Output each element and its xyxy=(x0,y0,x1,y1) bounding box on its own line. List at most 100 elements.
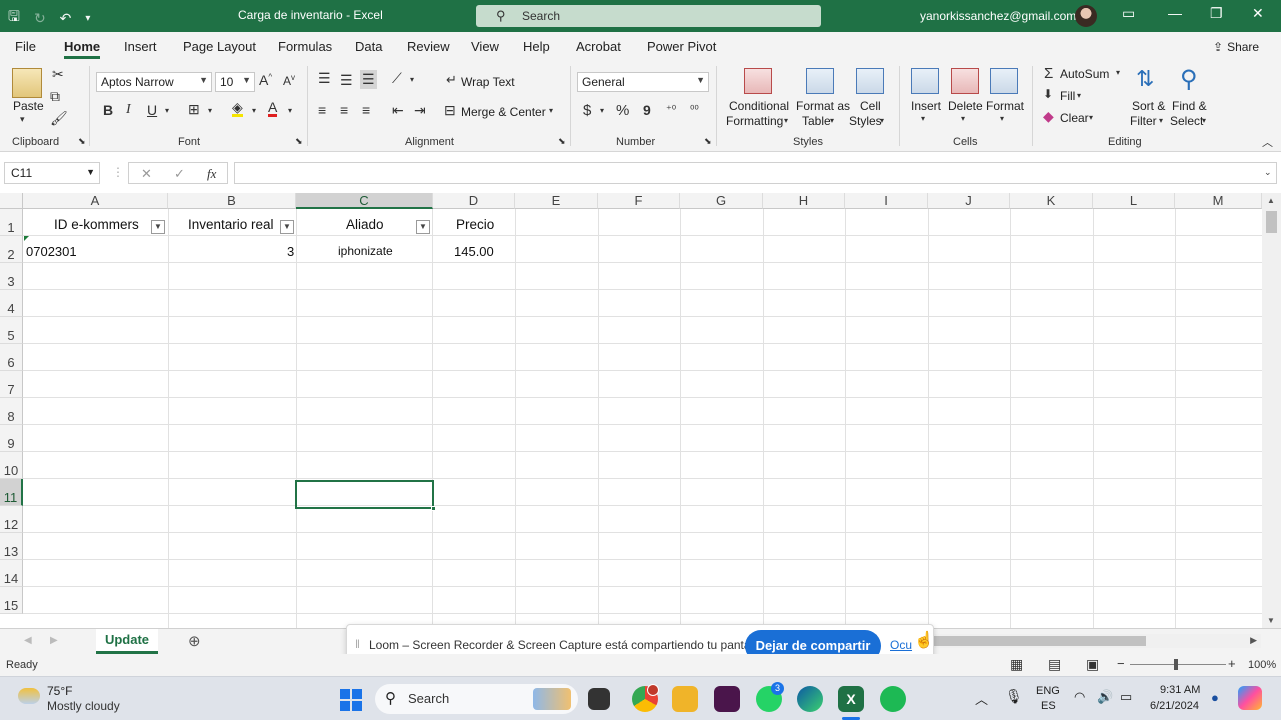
horizontal-scrollbar[interactable]: ▶ xyxy=(928,634,1261,648)
chevron-down-icon[interactable]: ▾ xyxy=(961,114,965,123)
font-color-icon[interactable]: A xyxy=(268,100,278,117)
vertical-scrollbar[interactable]: ▲ ▼ xyxy=(1262,193,1281,628)
fill-color-icon[interactable]: ◈ xyxy=(232,100,243,117)
insert-cells-icon[interactable] xyxy=(911,68,939,94)
cell-a1[interactable]: ID e-kommers xyxy=(54,217,139,232)
file-explorer-icon[interactable] xyxy=(672,686,698,712)
selected-cell[interactable] xyxy=(295,480,436,511)
tab-page-layout[interactable]: Page Layout xyxy=(183,39,256,54)
row-header-15[interactable]: 15 xyxy=(0,587,23,614)
conditional-formatting-label-2[interactable]: Formatting xyxy=(726,114,783,128)
chevron-down-icon[interactable]: ▾ xyxy=(549,106,553,115)
tab-acrobat[interactable]: Acrobat xyxy=(576,39,621,54)
zoom-level[interactable]: 100% xyxy=(1248,659,1276,671)
row-header-13[interactable]: 13 xyxy=(0,533,23,560)
column-header-k[interactable]: K xyxy=(1010,193,1093,209)
ribbon-display-icon[interactable]: ▭ xyxy=(1122,5,1135,22)
insert-cells-label[interactable]: Insert xyxy=(911,99,941,113)
align-right-icon[interactable]: ≡ xyxy=(362,102,370,118)
clear-button[interactable]: Clear xyxy=(1060,111,1089,125)
cut-icon[interactable]: ✂ xyxy=(52,66,64,83)
save-icon[interactable]: 🖫 xyxy=(8,6,20,30)
row-header-14[interactable]: 14 xyxy=(0,560,23,587)
page-layout-view-icon[interactable]: ▤ xyxy=(1048,656,1061,673)
chevron-down-icon[interactable]: ▾ xyxy=(252,106,256,115)
weather-temp[interactable]: 75°F xyxy=(47,684,72,698)
name-box[interactable]: C11 ▼ xyxy=(4,162,100,184)
chevron-down-icon[interactable]: ▾ xyxy=(880,116,884,125)
tab-file[interactable]: File xyxy=(15,39,36,54)
expand-formula-bar-icon[interactable]: ⌄ xyxy=(1264,167,1272,178)
conditional-formatting-label-1[interactable]: Conditional xyxy=(729,99,789,113)
column-header-h[interactable]: H xyxy=(763,193,845,209)
account-email[interactable]: yanorkissanchez@gmail.com xyxy=(920,9,1076,23)
chevron-down-icon[interactable]: ▾ xyxy=(600,106,604,115)
edge-icon[interactable] xyxy=(797,686,823,712)
tab-insert[interactable]: Insert xyxy=(124,39,157,54)
windows-start-icon[interactable] xyxy=(340,689,362,711)
sort-filter-label-2[interactable]: Filter xyxy=(1130,114,1157,128)
row-header-2[interactable]: 2 xyxy=(0,236,23,263)
close-icon[interactable]: ✕ xyxy=(1252,5,1264,22)
align-center-icon[interactable]: ≡ xyxy=(340,102,348,118)
chevron-down-icon[interactable]: ▾ xyxy=(1116,68,1120,77)
cell-styles-icon[interactable] xyxy=(856,68,884,94)
autosum-icon[interactable]: Σ xyxy=(1044,65,1053,82)
chevron-down-icon[interactable]: ▾ xyxy=(208,106,212,115)
column-header-j[interactable]: J xyxy=(928,193,1010,209)
delete-cells-icon[interactable] xyxy=(951,68,979,94)
increase-decimal-icon[interactable]: ⁺⁰ xyxy=(666,103,676,116)
currency-button[interactable]: $ xyxy=(583,102,591,119)
chevron-down-icon[interactable]: ▾ xyxy=(921,114,925,123)
collapse-ribbon-icon[interactable]: ︿ xyxy=(1262,134,1273,150)
row-header-4[interactable]: 4 xyxy=(0,290,23,317)
zoom-slider-knob[interactable] xyxy=(1174,659,1178,670)
cell-a2[interactable]: 0702301 xyxy=(26,244,77,259)
insert-function-icon[interactable]: fx xyxy=(207,166,216,182)
scroll-tabs-right-icon[interactable]: ▶ xyxy=(50,635,58,646)
select-all-corner[interactable] xyxy=(0,193,23,209)
restore-icon[interactable]: ❐ xyxy=(1210,5,1223,22)
bold-button[interactable]: B xyxy=(103,102,113,118)
format-cells-label[interactable]: Format xyxy=(986,99,1024,113)
scroll-down-icon[interactable]: ▼ xyxy=(1267,616,1275,625)
find-select-label-2[interactable]: Select xyxy=(1170,114,1203,128)
task-view-icon[interactable] xyxy=(588,688,610,710)
zoom-slider[interactable] xyxy=(1130,664,1226,665)
chevron-down-icon[interactable]: ▾ xyxy=(830,116,834,125)
tab-review[interactable]: Review xyxy=(407,39,450,54)
wrap-text-icon[interactable]: ↵ xyxy=(446,72,457,88)
scrollbar-thumb[interactable] xyxy=(928,636,1146,646)
orientation-icon[interactable]: ⟋ xyxy=(392,70,402,87)
tab-home[interactable]: Home xyxy=(64,39,101,59)
number-format-combo[interactable]: General ▼ xyxy=(577,72,709,92)
filter-dropdown-icon[interactable]: ▼ xyxy=(416,220,430,234)
format-painter-icon[interactable]: 🖌 xyxy=(50,110,68,127)
borders-icon[interactable]: ⊞ xyxy=(188,101,200,118)
chevron-down-icon[interactable]: ▾ xyxy=(288,106,292,115)
conditional-formatting-icon[interactable] xyxy=(744,68,772,94)
fill-handle[interactable] xyxy=(431,506,436,511)
decrease-indent-icon[interactable]: ⇤ xyxy=(392,102,404,119)
format-cells-icon[interactable] xyxy=(990,68,1018,94)
tab-data[interactable]: Data xyxy=(355,39,382,54)
chevron-down-icon[interactable]: ▾ xyxy=(1089,113,1093,122)
font-launcher-icon[interactable]: ⬊ xyxy=(295,136,303,147)
battery-icon[interactable]: ▭ xyxy=(1120,689,1132,705)
underline-button[interactable]: U xyxy=(147,102,157,118)
hide-link[interactable]: Ocu xyxy=(890,638,912,652)
cell-b2[interactable]: 3 xyxy=(287,244,294,259)
format-as-table-icon[interactable] xyxy=(806,68,834,94)
notification-icon[interactable]: ● xyxy=(1211,690,1219,705)
copilot-icon[interactable] xyxy=(1238,686,1262,710)
tab-formulas[interactable]: Formulas xyxy=(278,39,332,54)
fill-button[interactable]: Fill xyxy=(1060,89,1075,103)
zoom-out-icon[interactable]: − xyxy=(1117,656,1125,671)
chevron-down-icon[interactable]: ▾ xyxy=(784,116,788,125)
clock-date[interactable]: 6/21/2024 xyxy=(1150,700,1199,712)
cell-styles-label-1[interactable]: Cell xyxy=(860,99,881,113)
minimize-icon[interactable]: — xyxy=(1168,5,1182,21)
delete-cells-label[interactable]: Delete xyxy=(948,99,983,113)
column-header-c[interactable]: C xyxy=(296,193,433,209)
chevron-down-icon[interactable]: ▾ xyxy=(1000,114,1004,123)
